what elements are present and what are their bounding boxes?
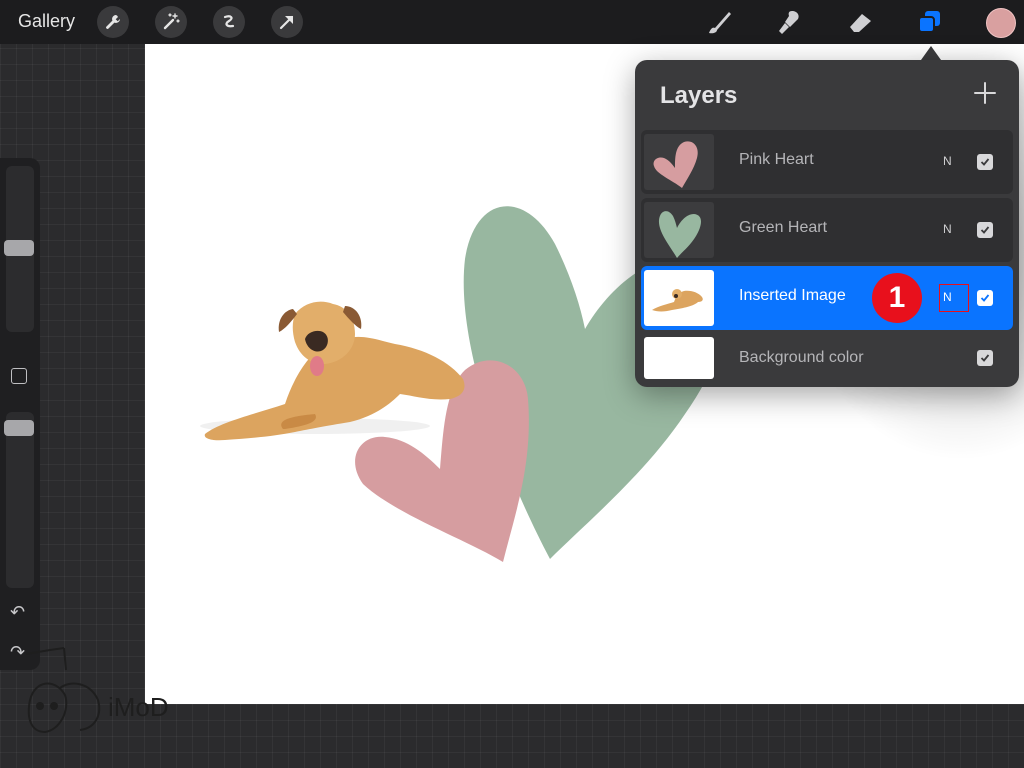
- layer-name: Inserted Image: [739, 287, 846, 304]
- blend-mode-button[interactable]: N: [943, 222, 952, 236]
- layers-panel: Layers Pink Heart N Green Heart N Insert…: [635, 60, 1019, 387]
- eraser-icon[interactable]: [845, 7, 875, 37]
- imod-logo: [20, 640, 190, 740]
- layer-thumbnail: [644, 270, 714, 326]
- layers-icon[interactable]: [915, 7, 945, 37]
- visibility-checkbox[interactable]: [977, 290, 993, 306]
- top-toolbar: Gallery: [0, 0, 1024, 44]
- opacity-thumb[interactable]: [4, 420, 34, 436]
- step-badge: 1: [872, 273, 922, 323]
- blend-mode-button[interactable]: N: [943, 290, 952, 304]
- color-picker-swatch[interactable]: [986, 8, 1016, 38]
- layer-row-inserted-image[interactable]: Inserted Image 1 N: [641, 266, 1013, 330]
- panel-pointer: [921, 46, 941, 60]
- visibility-checkbox[interactable]: [977, 222, 993, 238]
- selection-icon[interactable]: [213, 6, 245, 38]
- imod-watermark-text: iMoD: [108, 692, 169, 722]
- gallery-button[interactable]: Gallery: [18, 11, 75, 32]
- visibility-checkbox[interactable]: [977, 350, 993, 366]
- transform-arrow-icon[interactable]: [271, 6, 303, 38]
- layer-thumbnail: [644, 337, 714, 379]
- magic-wand-icon[interactable]: [155, 6, 187, 38]
- visibility-checkbox[interactable]: [977, 154, 993, 170]
- left-sidebar: ↶ ↷: [0, 158, 40, 670]
- smudge-icon[interactable]: [775, 7, 805, 37]
- modify-button[interactable]: [11, 368, 27, 384]
- layer-name: Background color: [739, 349, 864, 366]
- opacity-slider[interactable]: [4, 412, 34, 588]
- layer-name: Pink Heart: [739, 151, 814, 168]
- layer-row-green-heart[interactable]: Green Heart N: [641, 198, 1013, 262]
- brush-size-slider[interactable]: [4, 166, 34, 332]
- layer-name: Green Heart: [739, 219, 828, 236]
- undo-icon[interactable]: ↶: [10, 602, 25, 623]
- add-layer-icon[interactable]: [972, 80, 998, 106]
- layer-thumbnail: [644, 134, 714, 190]
- wrench-icon[interactable]: [97, 6, 129, 38]
- blend-mode-button[interactable]: N: [943, 154, 952, 168]
- layers-title: Layers: [660, 82, 738, 109]
- layer-row-background-color[interactable]: Background color: [641, 334, 1013, 380]
- layer-row-pink-heart[interactable]: Pink Heart N: [641, 130, 1013, 194]
- brush-size-thumb[interactable]: [4, 240, 34, 256]
- dog-image: [200, 301, 465, 441]
- brush-icon[interactable]: [704, 7, 734, 37]
- layer-thumbnail: [644, 202, 714, 258]
